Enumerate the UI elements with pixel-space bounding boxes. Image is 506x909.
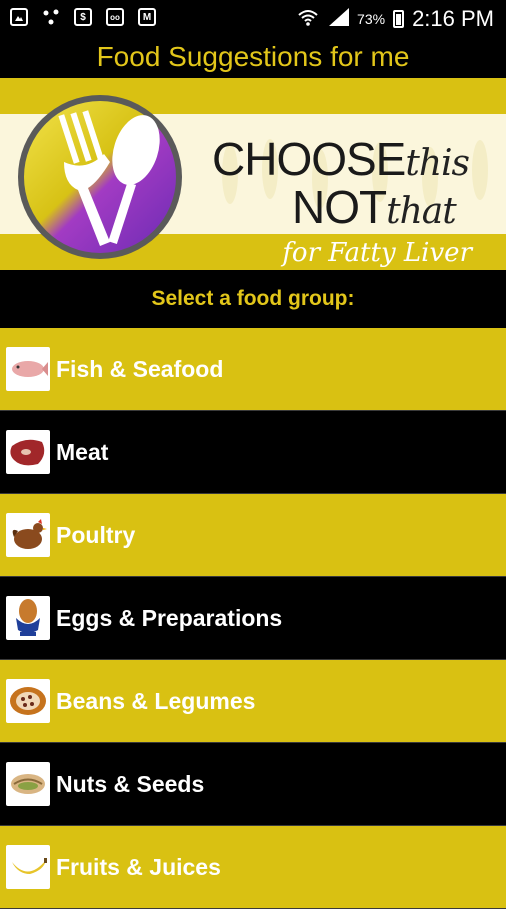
steak-icon <box>6 430 50 474</box>
battery-percent: 73% <box>357 11 386 27</box>
chicken-icon <box>6 513 50 557</box>
brand-word-choose: CHOOSE <box>212 133 406 185</box>
status-bar: $ oo M 73% 2:16 PM <box>0 0 506 36</box>
fork-spoon-logo-icon <box>18 95 182 259</box>
food-group-item-poultry[interactable]: Poultry <box>0 494 506 577</box>
food-group-item-nuts[interactable]: Nuts & Seeds <box>0 743 506 826</box>
food-group-list: Fish & Seafood Meat Poultry Eggs & Prepa… <box>0 328 506 909</box>
food-group-label: Fruits & Juices <box>56 853 221 880</box>
clock: 2:16 PM <box>412 6 494 31</box>
voicemail-icon: oo <box>106 8 124 26</box>
food-group-label: Meat <box>56 438 109 465</box>
egg-cup-icon <box>6 596 50 640</box>
banner-tagline: for Fatty Liver <box>282 238 472 268</box>
share-dots-icon <box>42 8 60 26</box>
food-group-label: Nuts & Seeds <box>56 770 205 797</box>
brand-word-not: NOT <box>292 181 387 233</box>
dollar-box-icon: $ <box>74 8 92 26</box>
food-group-item-eggs[interactable]: Eggs & Preparations <box>0 577 506 660</box>
image-icon <box>10 8 28 26</box>
brand-word-this: this <box>405 143 470 184</box>
banana-icon <box>6 845 50 889</box>
system-status: 73% 2:16 PM <box>297 6 494 32</box>
food-group-item-fish[interactable]: Fish & Seafood <box>0 328 506 411</box>
brand-line-choose: CHOOSEthis <box>212 132 470 186</box>
fish-icon <box>6 347 50 391</box>
brand-word-that: that <box>386 191 457 232</box>
food-group-item-fruits[interactable]: Fruits & Juices <box>0 826 506 909</box>
food-group-item-beans[interactable]: Beans & Legumes <box>0 660 506 743</box>
notification-icons: $ oo M <box>10 8 156 26</box>
select-food-group-label: Select a food group: <box>0 270 506 328</box>
app-banner: CHOOSEthis NOTthat for Fatty Liver <box>0 78 506 270</box>
food-group-label: Poultry <box>56 521 136 548</box>
pistachio-icon <box>6 762 50 806</box>
food-group-label: Fish & Seafood <box>56 355 224 382</box>
app-title: Food Suggestions for me <box>96 41 410 72</box>
battery-icon <box>393 10 405 28</box>
food-group-label: Eggs & Preparations <box>56 604 283 631</box>
wifi-icon <box>297 8 319 31</box>
food-group-item-meat[interactable]: Meat <box>0 411 506 494</box>
food-group-label: Beans & Legumes <box>56 687 256 714</box>
brand-line-not: NOTthat <box>292 180 457 234</box>
beans-icon <box>6 679 50 723</box>
signal-icon <box>327 7 350 31</box>
gmail-icon: M <box>138 8 156 26</box>
